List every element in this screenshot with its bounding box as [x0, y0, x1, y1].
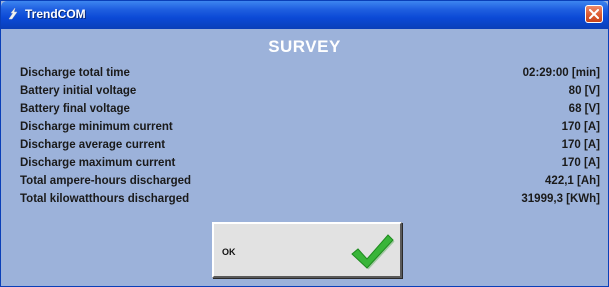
- survey-row: Total kilowatthours discharged 31999,3 […: [20, 193, 600, 211]
- ok-button-label: OK: [222, 247, 236, 257]
- title-bar[interactable]: TrendCOM: [1, 1, 608, 29]
- survey-row: Discharge average current 170 [A]: [20, 139, 600, 157]
- row-label: Total ampere-hours discharged: [20, 175, 192, 187]
- row-label: Battery initial voltage: [20, 85, 137, 97]
- survey-row: Discharge minimum current 170 [A]: [20, 121, 600, 139]
- close-button[interactable]: [585, 5, 603, 23]
- row-value: 170 [A]: [561, 139, 600, 151]
- row-label: Battery final voltage: [20, 103, 130, 115]
- row-value: 02:29:00 [min]: [522, 67, 600, 79]
- row-label: Discharge minimum current: [20, 121, 173, 133]
- row-value: 68 [V]: [568, 103, 600, 115]
- row-label: Discharge total time: [20, 67, 130, 79]
- survey-row: Discharge total time 02:29:00 [min]: [20, 67, 600, 85]
- row-label: Discharge maximum current: [20, 157, 176, 169]
- row-value: 170 [A]: [561, 121, 600, 133]
- survey-row: Total ampere-hours discharged 422,1 [Ah]: [20, 175, 600, 193]
- row-value: 422,1 [Ah]: [545, 175, 600, 187]
- window-title: TrendCOM: [25, 7, 86, 21]
- survey-heading: SURVEY: [268, 37, 341, 56]
- trendcom-window: TrendCOM SURVEY Discharge total time 02:…: [0, 0, 609, 287]
- row-value: 80 [V]: [568, 85, 600, 97]
- survey-row: Battery final voltage 68 [V]: [20, 103, 600, 121]
- survey-panel: SURVEY Discharge total time 02:29:00 [mi…: [5, 29, 604, 282]
- green-checkmark-icon: [351, 234, 395, 270]
- ok-button[interactable]: OK: [212, 222, 402, 278]
- row-label: Total kilowatthours discharged: [20, 193, 190, 205]
- row-value: 170 [A]: [561, 157, 600, 169]
- row-value: 31999,3 [KWh]: [521, 193, 600, 205]
- survey-row: Battery initial voltage 80 [V]: [20, 85, 600, 103]
- survey-row: Discharge maximum current 170 [A]: [20, 157, 600, 175]
- close-x-icon: [589, 9, 599, 19]
- app-logo-icon[interactable]: [7, 7, 21, 21]
- row-label: Discharge average current: [20, 139, 166, 151]
